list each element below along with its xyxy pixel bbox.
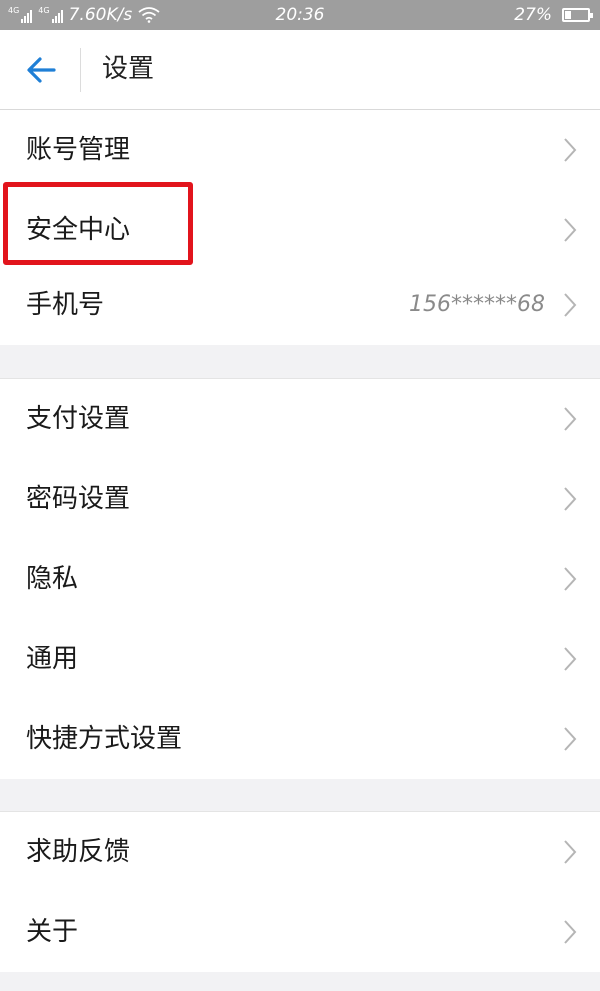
settings-item-label: 安全中心 [26,215,131,245]
app-header: 设置 [0,30,600,110]
settings-item-label: 支付设置 [26,404,131,434]
settings-item-label: 求助反馈 [26,837,131,867]
chevron-right-icon [564,487,577,511]
settings-item-about[interactable]: 关于 [0,892,600,972]
chevron-right-icon [564,567,577,591]
header-divider [80,48,81,92]
chevron-right-icon [564,647,577,671]
chevron-right-icon [564,218,577,242]
settings-item-label: 隐私 [26,564,79,594]
back-arrow-icon [27,57,56,83]
battery-fill [565,11,571,19]
settings-item-label: 密码设置 [26,484,131,514]
settings-item-account-management[interactable]: 账号管理 [0,110,600,190]
chevron-right-icon [564,293,577,317]
battery-percent: 27% [514,5,552,25]
settings-item-phone-number[interactable]: 手机号 156******68 [0,265,600,345]
settings-item-label: 快捷方式设置 [26,724,183,754]
settings-group-support: 求助反馈 关于 [0,811,600,972]
settings-item-general[interactable]: 通用 [0,619,600,699]
settings-item-label: 通用 [26,644,79,674]
status-time: 20:36 [275,5,325,25]
settings-group-account: 账号管理 安全中心 手机号 156******68 [0,110,600,345]
page-title: 设置 [102,54,155,84]
settings-item-feedback[interactable]: 求助反馈 [0,812,600,892]
settings-item-security-center[interactable]: 安全中心 [0,190,600,270]
settings-item-label: 手机号 [26,290,105,320]
chevron-right-icon [564,138,577,162]
settings-item-password[interactable]: 密码设置 [0,459,600,539]
status-right: 27% [514,0,593,30]
chevron-right-icon [564,840,577,864]
chevron-right-icon [564,727,577,751]
back-button[interactable] [22,52,62,88]
chevron-right-icon [564,407,577,431]
settings-item-label: 关于 [26,917,79,947]
settings-screen: 4G 4G 7.60K/s 20:36 27% 设置 账号管理 安全中心 手机号… [0,0,600,991]
settings-item-label: 账号管理 [26,135,131,165]
settings-item-privacy[interactable]: 隐私 [0,539,600,619]
chevron-right-icon [564,920,577,944]
battery-icon [562,8,593,22]
status-bar: 4G 4G 7.60K/s 20:36 27% [0,0,600,30]
settings-item-payment[interactable]: 支付设置 [0,379,600,459]
phone-number-value: 156******68 [409,292,545,317]
settings-group-general: 支付设置 密码设置 隐私 通用 快捷方式设置 [0,378,600,779]
settings-item-shortcuts[interactable]: 快捷方式设置 [0,699,600,779]
